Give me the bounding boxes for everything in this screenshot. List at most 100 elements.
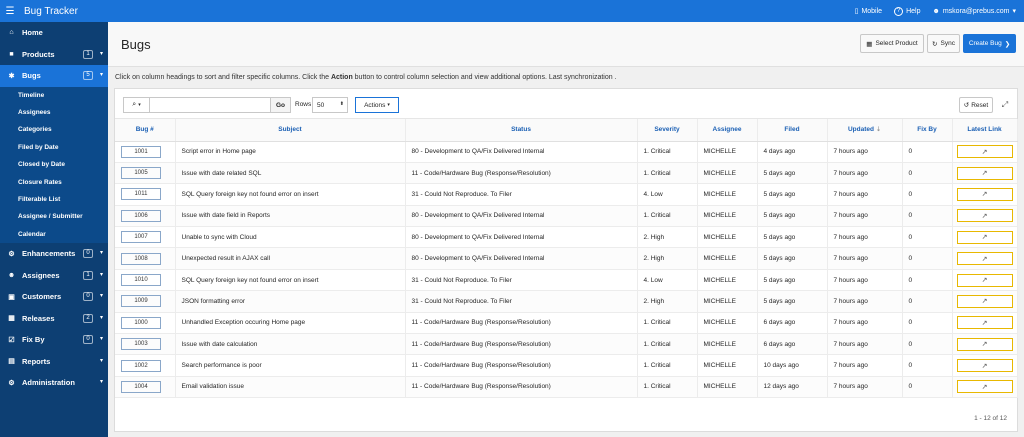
chevron-down-icon[interactable]: ▾ — [100, 292, 103, 299]
submenu-item-calendar[interactable]: Calendar — [0, 226, 108, 243]
bug-number-link[interactable]: 1004 — [121, 380, 161, 393]
bug-number-link[interactable]: 1009 — [121, 295, 161, 308]
sync-button[interactable]: ↻ Sync — [927, 34, 960, 53]
submenu-item-closure-rates[interactable]: Closure Rates — [0, 173, 108, 190]
sidebar-item-home[interactable]: ⌂ Home — [0, 22, 108, 44]
reset-button[interactable]: ↺ Reset — [959, 97, 993, 113]
external-link-icon[interactable]: ↗ — [956, 380, 1013, 394]
table-cell: 1. Critical — [637, 354, 698, 377]
sidebar-item-releases[interactable]: ▦ Releases 2 ▾ — [0, 308, 108, 330]
table-row: 1004 Email validation issue 11 - Code/Hard… — [115, 376, 1018, 399]
sidebar-item-products[interactable]: ■ Products 1 ▾ — [0, 44, 108, 66]
chevron-down-icon[interactable]: ▾ — [100, 314, 103, 321]
table-cell: 5 days ago — [757, 162, 828, 185]
sidebar-item-fix-by[interactable]: ☑ Fix By 0 ▾ — [0, 329, 108, 351]
table-cell: 2. High — [637, 226, 698, 249]
reset-icon: ↺ — [963, 102, 970, 109]
column-header-fix-by[interactable]: Fix By — [902, 119, 953, 142]
submenu-item-timeline[interactable]: Timeline — [0, 87, 108, 104]
chevron-down-icon[interactable]: ▾ — [100, 249, 103, 256]
table-cell: 0 — [902, 376, 953, 399]
mobile-link[interactable]: ▯ Mobile — [855, 7, 882, 16]
external-link-icon[interactable]: ↗ — [956, 166, 1013, 180]
external-link-icon[interactable]: ↗ — [956, 316, 1013, 330]
help-link[interactable]: ? Help — [894, 6, 920, 16]
submenu-item-assignee-submitter[interactable]: Assignee / Submitter — [0, 208, 108, 225]
rows-select[interactable]: 50 ⬍ — [312, 97, 348, 113]
main-content: Bugs ▦ Select Product ↻ Sync Create Bug … — [108, 22, 1024, 437]
submenu-item-filed-by-date[interactable]: Filed by Date — [0, 139, 108, 156]
sidebar-item-customers[interactable]: ▣ Customers 0 ▾ — [0, 286, 108, 308]
external-link-icon[interactable]: ↗ — [956, 273, 1013, 287]
external-link-icon[interactable]: ↗ — [956, 337, 1013, 351]
bug-number-link[interactable]: 1003 — [121, 338, 161, 351]
sidebar-item-administration[interactable]: ⚙ Administration ▾ — [0, 372, 108, 394]
bug-number-link[interactable]: 1005 — [121, 167, 161, 180]
chevron-down-icon[interactable]: ▾ — [100, 378, 103, 385]
actions-button[interactable]: Actions ▾ — [355, 97, 399, 113]
user-menu[interactable]: ☻ mskora@prebus.com ▾ — [932, 7, 1016, 16]
latest-link-cell: ↗ — [952, 354, 1018, 377]
table-cell: SQL Query foreign key not found error on… — [175, 269, 406, 292]
expand-icon[interactable]: ⤢ — [999, 97, 1011, 113]
sidebar-item-reports[interactable]: ▤ Reports ▾ — [0, 351, 108, 373]
submenu-item-categories[interactable]: Categories — [0, 121, 108, 138]
column-header-updated[interactable]: Updated ⇣ — [827, 119, 903, 142]
column-header-status[interactable]: Status — [405, 119, 638, 142]
latest-link-cell: ↗ — [952, 205, 1018, 228]
search-input[interactable] — [149, 97, 271, 113]
table-cell: Script error in Home page — [175, 141, 406, 163]
external-link-icon[interactable]: ↗ — [956, 359, 1013, 373]
latest-link-cell: ↗ — [952, 226, 1018, 249]
column-header-latest-link[interactable]: Latest Link — [952, 119, 1018, 142]
column-header-bug[interactable]: Bug # — [115, 119, 176, 142]
sidebar-item-bugs[interactable]: ✱ Bugs 5 ▾ — [0, 65, 108, 87]
submenu-item-assignees[interactable]: Assignees — [0, 104, 108, 121]
chevron-right-icon: ❯ — [1004, 40, 1011, 48]
bug-number-link[interactable]: 1007 — [121, 231, 161, 244]
sidebar-item-enhancements[interactable]: ⚙ Enhancements 0 ▾ — [0, 243, 108, 265]
sidebar-item-assignees[interactable]: ☻ Assignees 1 ▾ — [0, 265, 108, 287]
submenu-item-filterable-list[interactable]: Filterable List — [0, 191, 108, 208]
bug-number-link[interactable]: 1001 — [121, 145, 161, 158]
column-header-assignee[interactable]: Assignee — [697, 119, 758, 142]
column-header-filed[interactable]: Filed — [757, 119, 828, 142]
external-link-icon[interactable]: ↗ — [956, 209, 1013, 223]
external-link-icon[interactable]: ↗ — [956, 230, 1013, 244]
table-cell: 5 days ago — [757, 269, 828, 292]
app-title[interactable]: Bug Tracker — [24, 6, 78, 17]
table-cell: 11 - Code/Hardware Bug (Response/Resolut… — [405, 162, 638, 185]
bug-number-link[interactable]: 1011 — [121, 188, 161, 201]
table-cell: 7 hours ago — [827, 333, 903, 356]
table-cell: MICHELLE — [697, 141, 758, 163]
chevron-down-icon[interactable]: ▾ — [100, 357, 103, 364]
table-cell: MICHELLE — [697, 290, 758, 313]
column-header-severity[interactable]: Severity — [637, 119, 698, 142]
bug-number-link[interactable]: 1000 — [121, 316, 161, 329]
checkbox-icon: ☑ — [8, 336, 15, 344]
go-button[interactable]: Go — [271, 97, 291, 113]
create-bug-button[interactable]: Create Bug ❯ — [963, 34, 1016, 53]
select-product-button[interactable]: ▦ Select Product — [860, 34, 924, 53]
search-column-select[interactable]: ⌕ ▾ — [123, 97, 149, 113]
table-cell: Issue with date related SQL — [175, 162, 406, 185]
menu-icon[interactable]: ☰ — [0, 0, 20, 22]
external-link-icon[interactable]: ↗ — [956, 294, 1013, 308]
bug-number-link[interactable]: 1006 — [121, 209, 161, 222]
bug-number-link[interactable]: 1010 — [121, 274, 161, 287]
bug-number-link[interactable]: 1002 — [121, 359, 161, 372]
column-header-subject[interactable]: Subject — [175, 119, 406, 142]
table-cell: JSON formatting error — [175, 290, 406, 313]
bug-number-link[interactable]: 1008 — [121, 252, 161, 265]
external-link-icon[interactable]: ↗ — [956, 145, 1013, 159]
chevron-down-icon[interactable]: ▾ — [100, 271, 103, 278]
submenu-item-closed-by-date[interactable]: Closed by Date — [0, 156, 108, 173]
sidebar-item-label: Home — [22, 28, 43, 38]
chevron-down-icon[interactable]: ▾ — [100, 50, 103, 57]
bug-number-cell: 1001 — [115, 141, 176, 163]
chevron-down-icon[interactable]: ▾ — [100, 335, 103, 342]
external-link-icon[interactable]: ↗ — [956, 187, 1013, 201]
users-icon: ☻ — [7, 271, 16, 279]
chevron-down-icon[interactable]: ▾ — [100, 71, 103, 78]
external-link-icon[interactable]: ↗ — [956, 252, 1013, 266]
